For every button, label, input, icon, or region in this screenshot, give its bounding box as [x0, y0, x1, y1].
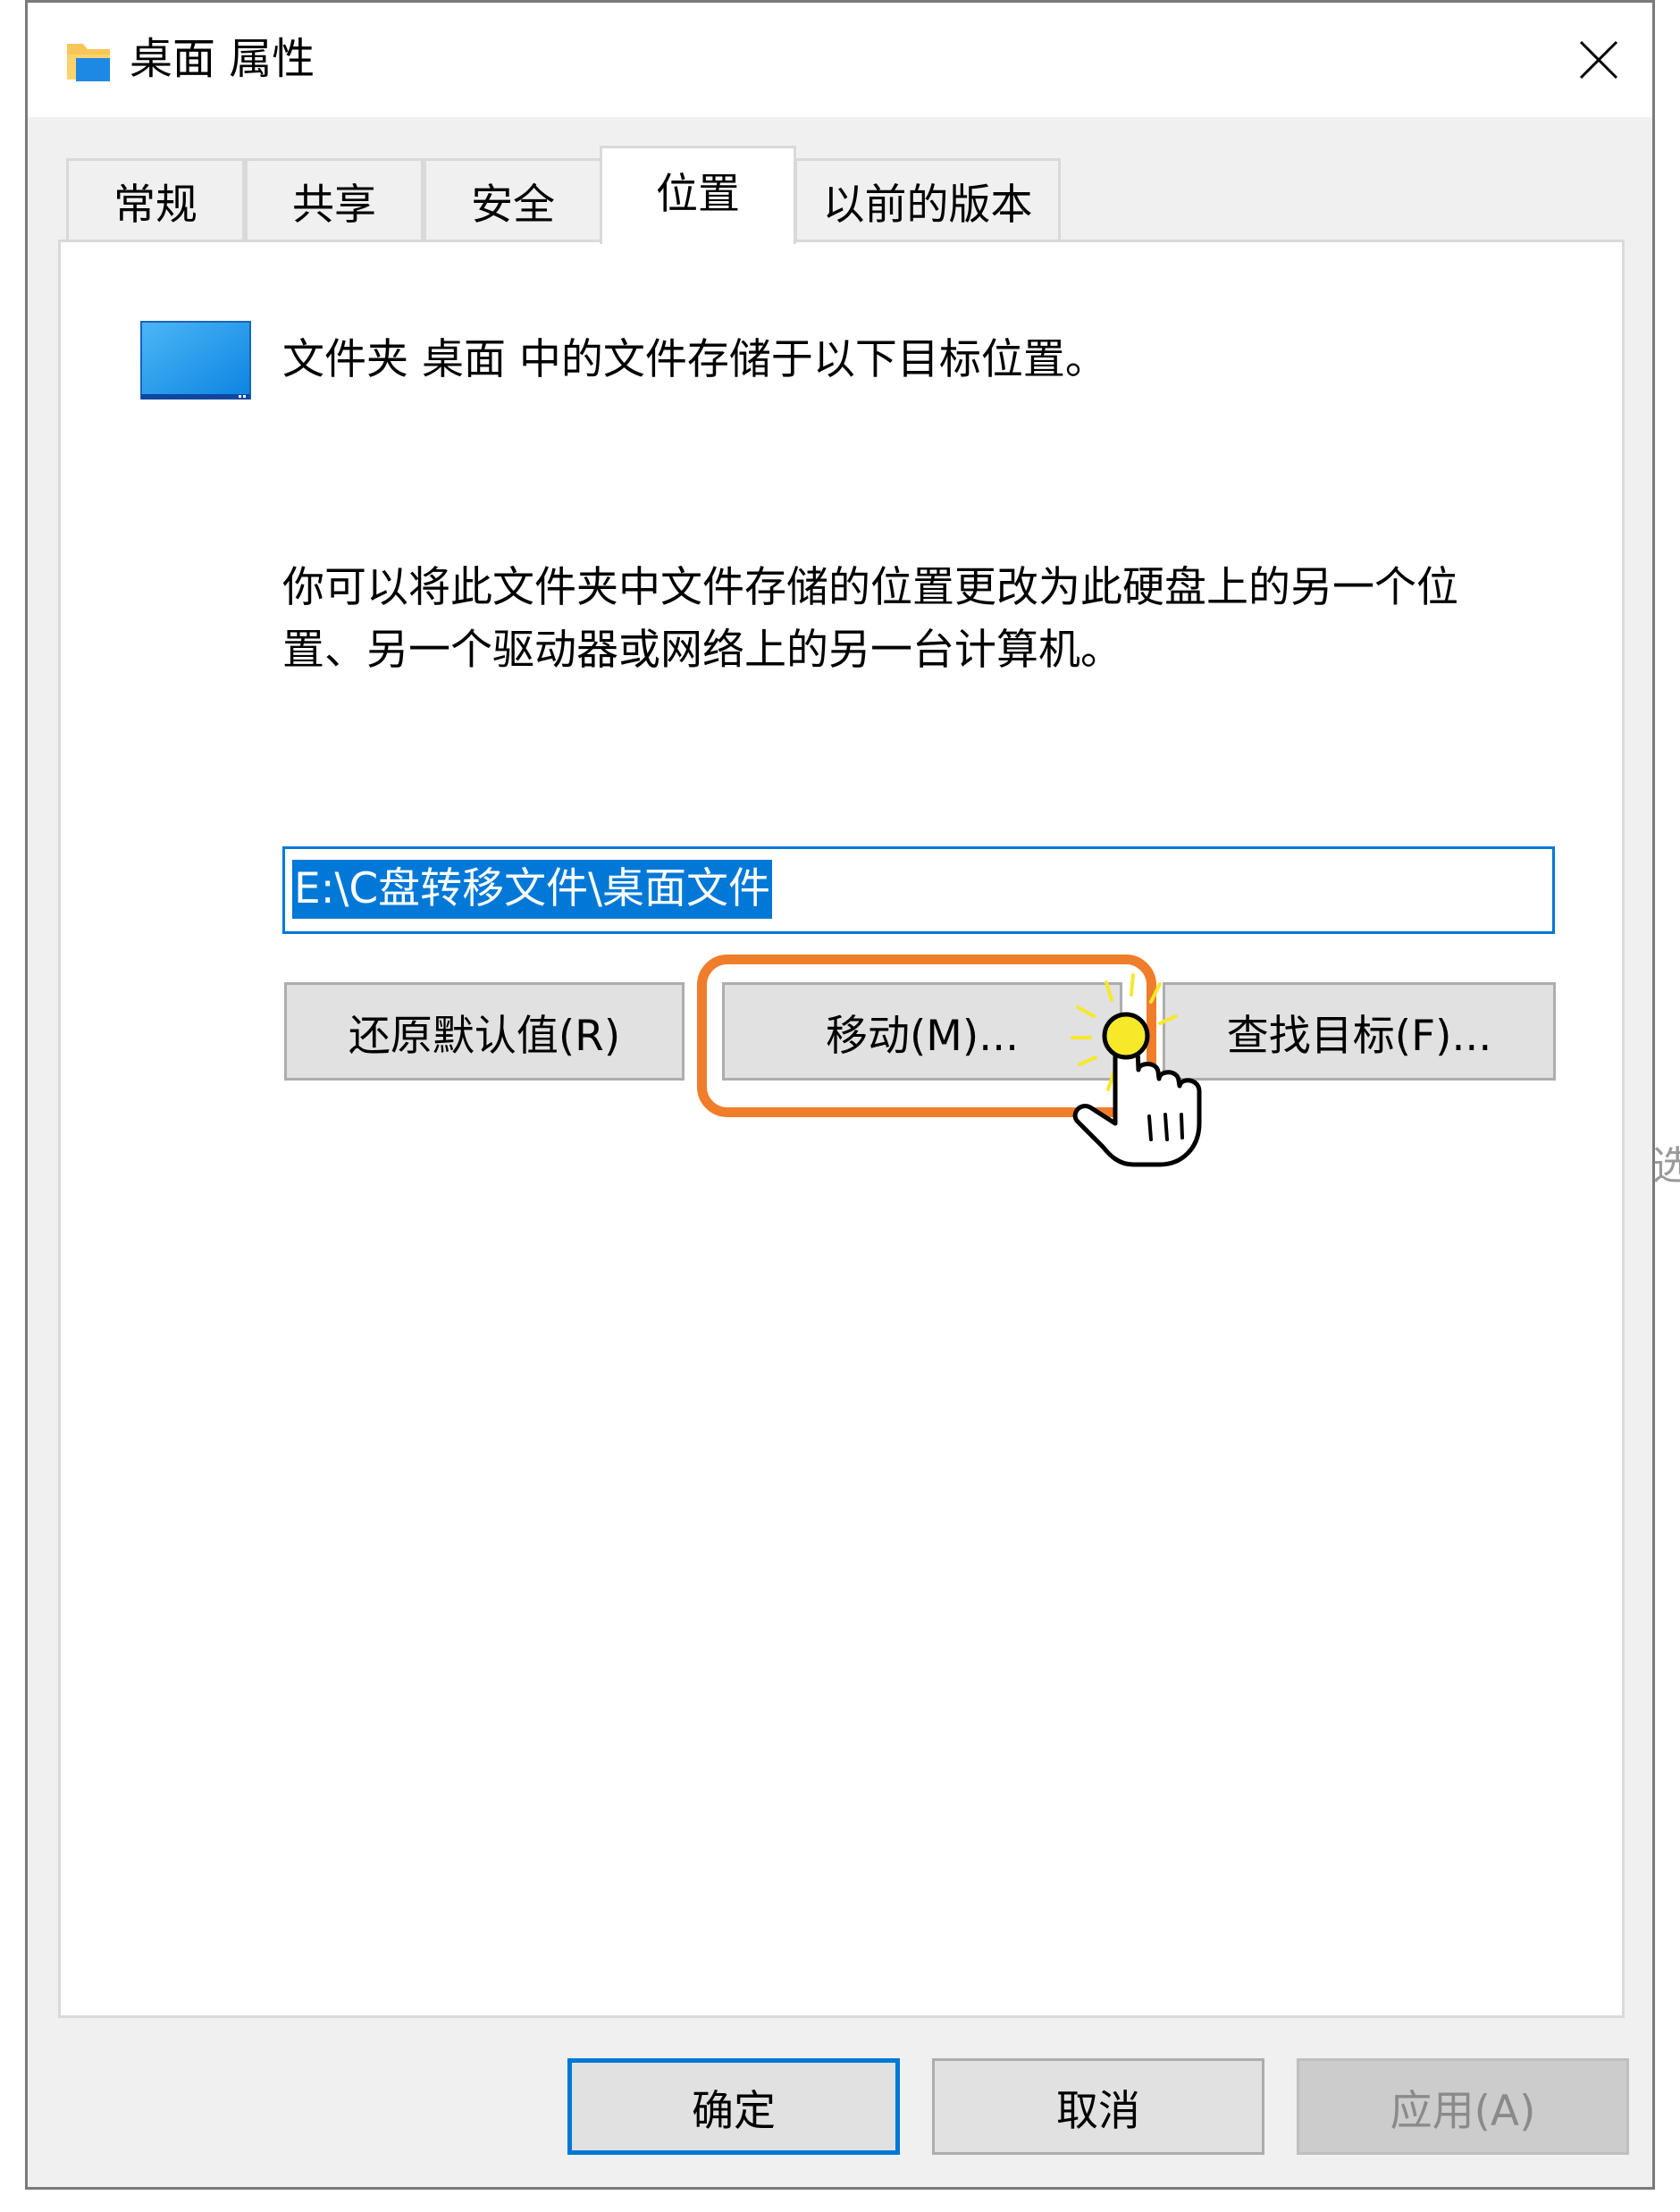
path-input-selected-text: E:\C盘转移文件\桌面文件 — [292, 860, 773, 919]
hand-pointer-icon — [1026, 964, 1240, 1179]
location-info-line2: 置、另一个驱动器或网络上的另一台计算机。 — [282, 626, 1122, 675]
desktop-folder-icon — [140, 321, 251, 401]
close-button[interactable] — [1558, 19, 1640, 101]
folder-icon — [63, 35, 113, 85]
title-bar: 桌面 属性 — [28, 3, 1652, 117]
tab-location[interactable]: 位置 — [600, 146, 796, 244]
apply-button[interactable]: 应用(A) — [1297, 2058, 1629, 2155]
window-title: 桌面 属性 — [130, 34, 315, 84]
background-window-glyph: 选 — [1652, 1143, 1680, 1189]
tab-general[interactable]: 常规 — [66, 158, 245, 240]
ok-button[interactable]: 确定 — [567, 2058, 900, 2155]
close-icon — [1579, 40, 1618, 80]
restore-default-button[interactable]: 还原默认值(R) — [284, 982, 685, 1081]
tab-previous-versions[interactable]: 以前的版本 — [794, 158, 1061, 240]
path-input[interactable]: E:\C盘转移文件\桌面文件 — [282, 846, 1555, 934]
cancel-button[interactable]: 取消 — [932, 2058, 1264, 2155]
location-description: 文件夹 桌面 中的文件存储于以下目标位置。 — [282, 335, 1107, 384]
location-info-line1: 你可以将此文件夹中文件存储的位置更改为此硬盘上的另一个位 — [282, 563, 1458, 612]
tab-sharing[interactable]: 共享 — [245, 158, 424, 240]
location-info: 你可以将此文件夹中文件存储的位置更改为此硬盘上的另一个位 置、另一个驱动器或网络… — [282, 557, 1569, 682]
tab-security[interactable]: 安全 — [424, 158, 602, 240]
properties-dialog: 桌面 属性 常规 共享 安全 位置 以前的版本 文件夹 桌面 中的文件存储于以下… — [25, 0, 1655, 2190]
location-panel: 文件夹 桌面 中的文件存储于以下目标位置。 你可以将此文件夹中文件存储的位置更改… — [58, 240, 1625, 2018]
